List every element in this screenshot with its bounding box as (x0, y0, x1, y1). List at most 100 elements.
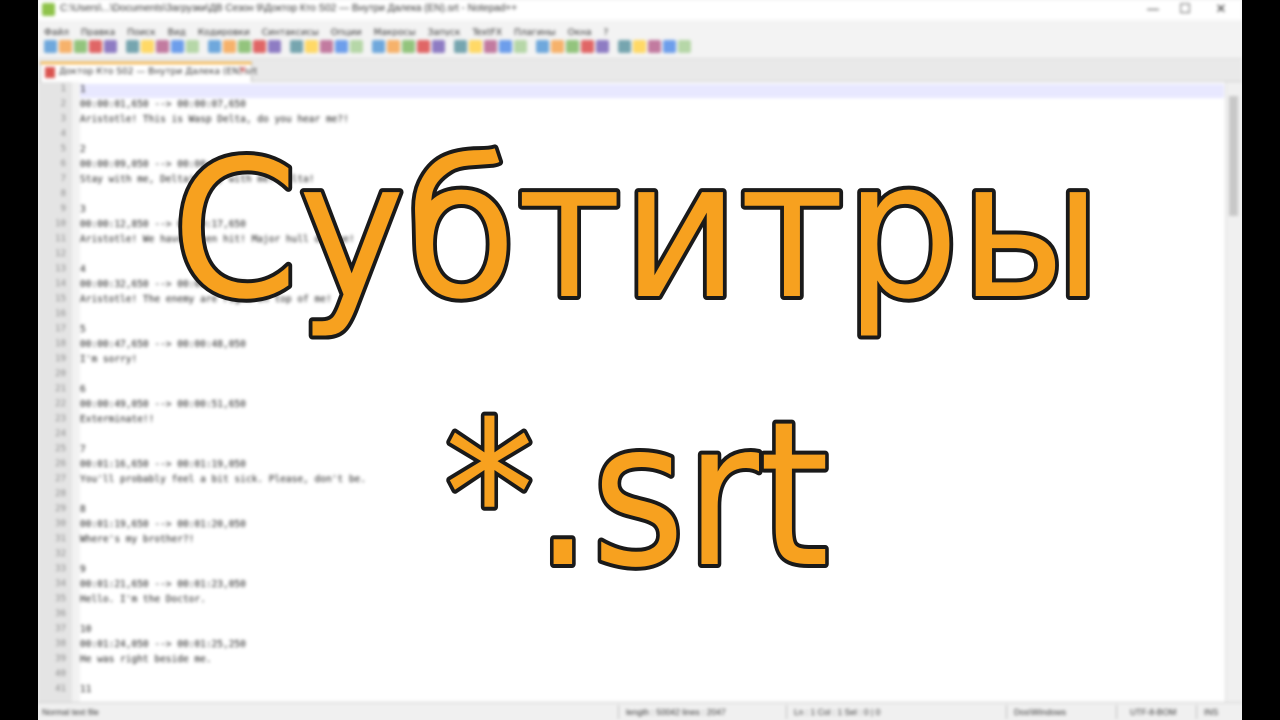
editor-line[interactable]: 14 00:00:32,650 --> 00:00:36,850 (38, 279, 1218, 294)
editor-line[interactable]: 30 00:01:19,650 --> 00:01:20,050 (38, 519, 1218, 534)
line-text: I'm sorry! (80, 354, 138, 365)
editor-line[interactable]: 29 8 (38, 504, 1218, 519)
editor-line[interactable]: 23 Exterminate!! (38, 414, 1218, 429)
line-number: 13 (55, 264, 66, 274)
toolbar-button-icon[interactable] (89, 40, 102, 53)
editor-line[interactable]: 3 Aristotle! This is Wasp Delta, do you h… (38, 114, 1218, 129)
toolbar-button-icon[interactable] (290, 40, 303, 53)
toolbar-button-icon[interactable] (551, 40, 564, 53)
editor-line[interactable]: 24 (38, 429, 1218, 444)
editor-line[interactable]: 19 I'm sorry! (38, 354, 1218, 369)
editor-line[interactable]: 34 00:01:21,650 --> 00:01:23,050 (38, 579, 1218, 594)
editor-line[interactable]: 93 (38, 204, 1218, 219)
editor-line[interactable]: 33 9 (38, 564, 1218, 579)
toolbar-button-icon[interactable] (305, 40, 318, 53)
toolbar-button-icon[interactable] (126, 40, 139, 53)
editor-line[interactable]: 16 (38, 309, 1218, 324)
editor-line[interactable]: 25 7 (38, 444, 1218, 459)
tab-close-icon[interactable]: ✕ (239, 65, 247, 76)
editor-line[interactable]: 13 4 (38, 264, 1218, 279)
line-number: 16 (55, 309, 66, 319)
line-text: You'll probably feel a bit sick. Please,… (80, 474, 366, 485)
toolbar-button-icon[interactable] (253, 40, 266, 53)
editor-line[interactable]: 41 11 (38, 684, 1218, 699)
editor-line[interactable]: 18 00:00:47,650 --> 00:00:48,050 (38, 339, 1218, 354)
notepad-icon (42, 3, 55, 16)
scrollbar-thumb[interactable] (1229, 96, 1238, 216)
toolbar-button-icon[interactable] (514, 40, 527, 53)
toolbar-button-icon[interactable] (350, 40, 363, 53)
toolbar-button-icon[interactable] (171, 40, 184, 53)
maximize-icon[interactable]: ☐ (1170, 2, 1200, 17)
editor-line[interactable]: 8 (38, 189, 1218, 204)
toolbar-button-icon[interactable] (59, 40, 72, 53)
toolbar-button-icon[interactable] (417, 40, 430, 53)
toolbar-button-icon[interactable] (372, 40, 385, 53)
toolbar-button-icon[interactable] (223, 40, 236, 53)
toolbar-button-icon[interactable] (454, 40, 467, 53)
editor-line[interactable]: 38 00:01:24,050 --> 00:01:25,250 (38, 639, 1218, 654)
editor-line[interactable]: 17 5 (38, 324, 1218, 339)
blurred-background: C:\Users\...\Documents\Загрузки\ДВ Сезон… (38, 0, 1242, 720)
toolbar-button-icon[interactable] (663, 40, 676, 53)
toolbar-button-icon[interactable] (469, 40, 482, 53)
toolbar-button-icon[interactable] (186, 40, 199, 53)
editor-line[interactable]: 27 You'll probably feel a bit sick. Pleas… (38, 474, 1218, 489)
toolbar-button-icon[interactable] (156, 40, 169, 53)
status-bar: Normal text file length : 50042 lines : … (38, 702, 1242, 720)
toolbar-button-icon[interactable] (104, 40, 117, 53)
editor-line[interactable]: 4 (38, 129, 1218, 144)
toolbar-button-icon[interactable] (268, 40, 281, 53)
editor-line[interactable]: 20 (38, 369, 1218, 384)
editor-line[interactable]: 21 6 (38, 384, 1218, 399)
toolbar-button-icon[interactable] (238, 40, 251, 53)
toolbar-button-icon[interactable] (387, 40, 400, 53)
editor-line[interactable]: 6 00:00:09,050 --> 00:00:10,250 (38, 159, 1218, 174)
toolbar-button-icon[interactable] (320, 40, 333, 53)
line-text: Hello. I'm the Doctor. (80, 594, 206, 605)
toolbar-button-icon[interactable] (141, 40, 154, 53)
editor-line[interactable]: 26 00:01:16,650 --> 00:01:19,050 (38, 459, 1218, 474)
editor-line[interactable]: 39 He was right beside me. (38, 654, 1218, 669)
editor-line[interactable]: 11 Aristotle! We have taken hit! Major hu… (38, 234, 1218, 249)
toolbar-button-icon[interactable] (335, 40, 348, 53)
toolbar-button-icon[interactable] (536, 40, 549, 53)
toolbar-button-icon[interactable] (74, 40, 87, 53)
line-number: 6 (60, 159, 66, 169)
toolbar-button-icon[interactable] (581, 40, 594, 53)
toolbar-button-icon[interactable] (432, 40, 445, 53)
toolbar-button-icon[interactable] (208, 40, 221, 53)
toolbar-button-icon[interactable] (618, 40, 631, 53)
editor-line[interactable]: 37 10 (38, 624, 1218, 639)
close-icon[interactable]: ✕ (1206, 2, 1236, 17)
editor-line[interactable]: 35 Hello. I'm the Doctor. (38, 594, 1218, 609)
editor-line[interactable]: 22 00:00:49,050 --> 00:00:51,650 (38, 399, 1218, 414)
toolbar-button-icon[interactable] (499, 40, 512, 53)
toolbar-button-icon[interactable] (678, 40, 691, 53)
editor-line[interactable]: 11 (38, 84, 1218, 99)
editor-line[interactable]: 7 Stay with me, Delta! Stay with me! Delt… (38, 174, 1218, 189)
tab-document[interactable]: Доктор Кто S02 — Внутри Далека (EN).srt … (40, 62, 257, 82)
editor-line[interactable]: 10 00:00:12,850 --> 00:00:17,650 (38, 219, 1218, 234)
status-separator (786, 705, 787, 719)
vertical-scrollbar[interactable] (1225, 82, 1242, 702)
editor[interactable]: 1 1 2 00:00:01,650 --> 00:00:07,650 3 Aristot… (38, 82, 1242, 702)
editor-line[interactable]: 2 00:00:01,650 --> 00:00:07,650 (38, 99, 1218, 114)
toolbar-button-icon[interactable] (566, 40, 579, 53)
toolbar-button-icon[interactable] (402, 40, 415, 53)
editor-line[interactable]: 28 (38, 489, 1218, 504)
editor-line[interactable]: 31 Where's my brother?! (38, 534, 1218, 549)
line-number: 34 (55, 579, 66, 589)
toolbar-button-icon[interactable] (596, 40, 609, 53)
toolbar-button-icon[interactable] (633, 40, 646, 53)
editor-line[interactable]: 40 (38, 669, 1218, 684)
toolbar-button-icon[interactable] (648, 40, 661, 53)
toolbar-button-icon[interactable] (44, 40, 57, 53)
editor-line[interactable]: 36 (38, 609, 1218, 624)
toolbar-button-icon[interactable] (484, 40, 497, 53)
minimize-icon[interactable]: — (1138, 2, 1168, 17)
editor-line[interactable]: 52 (38, 144, 1218, 159)
editor-line[interactable]: 12 (38, 249, 1218, 264)
editor-line[interactable]: 32 (38, 549, 1218, 564)
editor-line[interactable]: 15 Aristotle! The enemy are right on top … (38, 294, 1218, 309)
